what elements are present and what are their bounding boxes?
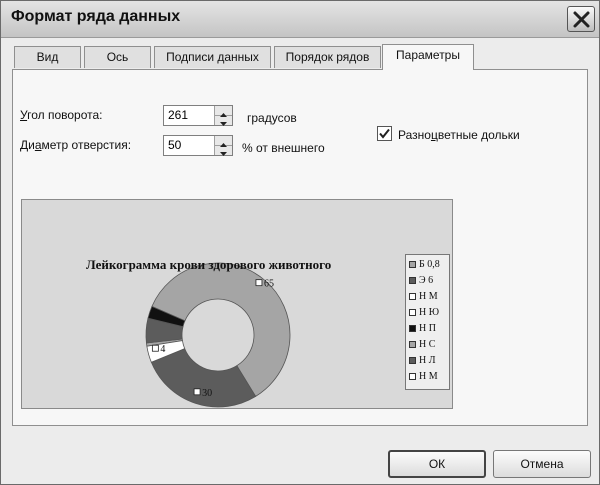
svg-text:4: 4 xyxy=(160,344,165,355)
hole-size-down-button[interactable] xyxy=(215,146,232,156)
legend-swatch xyxy=(409,293,416,301)
legend-swatch xyxy=(409,277,416,285)
close-icon xyxy=(573,11,590,28)
legend-label: Н М xyxy=(419,371,438,382)
legend-label: Н Ю xyxy=(419,307,439,318)
tab-series-order[interactable]: Порядок рядов xyxy=(274,46,381,68)
rotation-label: Угол поворота: xyxy=(20,108,103,122)
legend-swatch xyxy=(409,357,416,365)
legend-label: Н П xyxy=(419,323,436,334)
title-bar: Формат ряда данных xyxy=(1,1,599,38)
legend-item: Э 6 xyxy=(409,275,433,288)
format-series-dialog: Формат ряда данных Вид Ось Подписи данны… xyxy=(0,0,600,485)
legend-label: Б 0,8 xyxy=(419,259,440,270)
rotation-down-button[interactable] xyxy=(215,116,232,126)
doughnut-chart: 65 30 4 xyxy=(145,262,291,408)
vary-colors-checkbox[interactable] xyxy=(377,126,392,141)
chart-preview: 65 30 4 Лейкограмма крови здорового животн… xyxy=(21,199,453,409)
rotation-unit: градусов xyxy=(247,111,297,125)
hole-size-up-button[interactable] xyxy=(215,136,232,147)
hole-size-unit: % от внешнего xyxy=(242,141,325,155)
legend-swatch xyxy=(409,373,416,381)
tab-axis[interactable]: Ось xyxy=(84,46,151,68)
hole-size-value[interactable]: 50 xyxy=(168,138,181,152)
vary-colors-label: Разноцветные дольки xyxy=(398,128,520,142)
chart-legend: Б 0,8 Э 6 Н М Н Ю Н П Н С Н Л Н М xyxy=(405,254,450,390)
cancel-button[interactable]: Отмена xyxy=(493,450,591,478)
hole-size-spinner[interactable]: 50 xyxy=(163,135,233,156)
svg-text:30: 30 xyxy=(202,388,212,399)
legend-swatch xyxy=(409,341,416,349)
legend-label: Н Л xyxy=(419,355,436,366)
legend-item: Н С xyxy=(409,339,435,352)
legend-label: Н С xyxy=(419,339,436,350)
ok-button[interactable]: ОК xyxy=(388,450,486,478)
legend-swatch xyxy=(409,261,416,269)
legend-swatch xyxy=(409,309,416,317)
legend-item: Н Ю xyxy=(409,307,439,320)
rotation-up-button[interactable] xyxy=(215,106,232,117)
legend-swatch xyxy=(409,325,416,333)
legend-label: Н М xyxy=(419,291,438,302)
legend-item: Н М xyxy=(409,291,438,304)
legend-item: Н П xyxy=(409,323,436,336)
tab-view[interactable]: Вид xyxy=(14,46,81,68)
legend-item: Н Л xyxy=(409,355,436,368)
rotation-spinner[interactable]: 261 xyxy=(163,105,233,126)
chart-title: Лейкограмма крови здорового животного xyxy=(86,257,332,272)
dialog-title: Формат ряда данных xyxy=(11,8,181,25)
legend-item: Н М xyxy=(409,371,438,384)
legend-item: Б 0,8 xyxy=(409,259,440,272)
legend-label: Э 6 xyxy=(419,275,434,286)
tab-data-labels[interactable]: Подписи данных xyxy=(154,46,271,68)
hole-size-label: Диаметр отверстия: xyxy=(20,138,132,152)
tab-options[interactable]: Параметры xyxy=(382,44,474,70)
checkmark-icon xyxy=(379,128,390,139)
svg-text:65: 65 xyxy=(264,279,274,290)
arrow-down-icon xyxy=(220,122,227,126)
arrow-down-icon xyxy=(220,152,227,156)
close-button[interactable] xyxy=(567,6,595,32)
rotation-value[interactable]: 261 xyxy=(168,108,188,122)
